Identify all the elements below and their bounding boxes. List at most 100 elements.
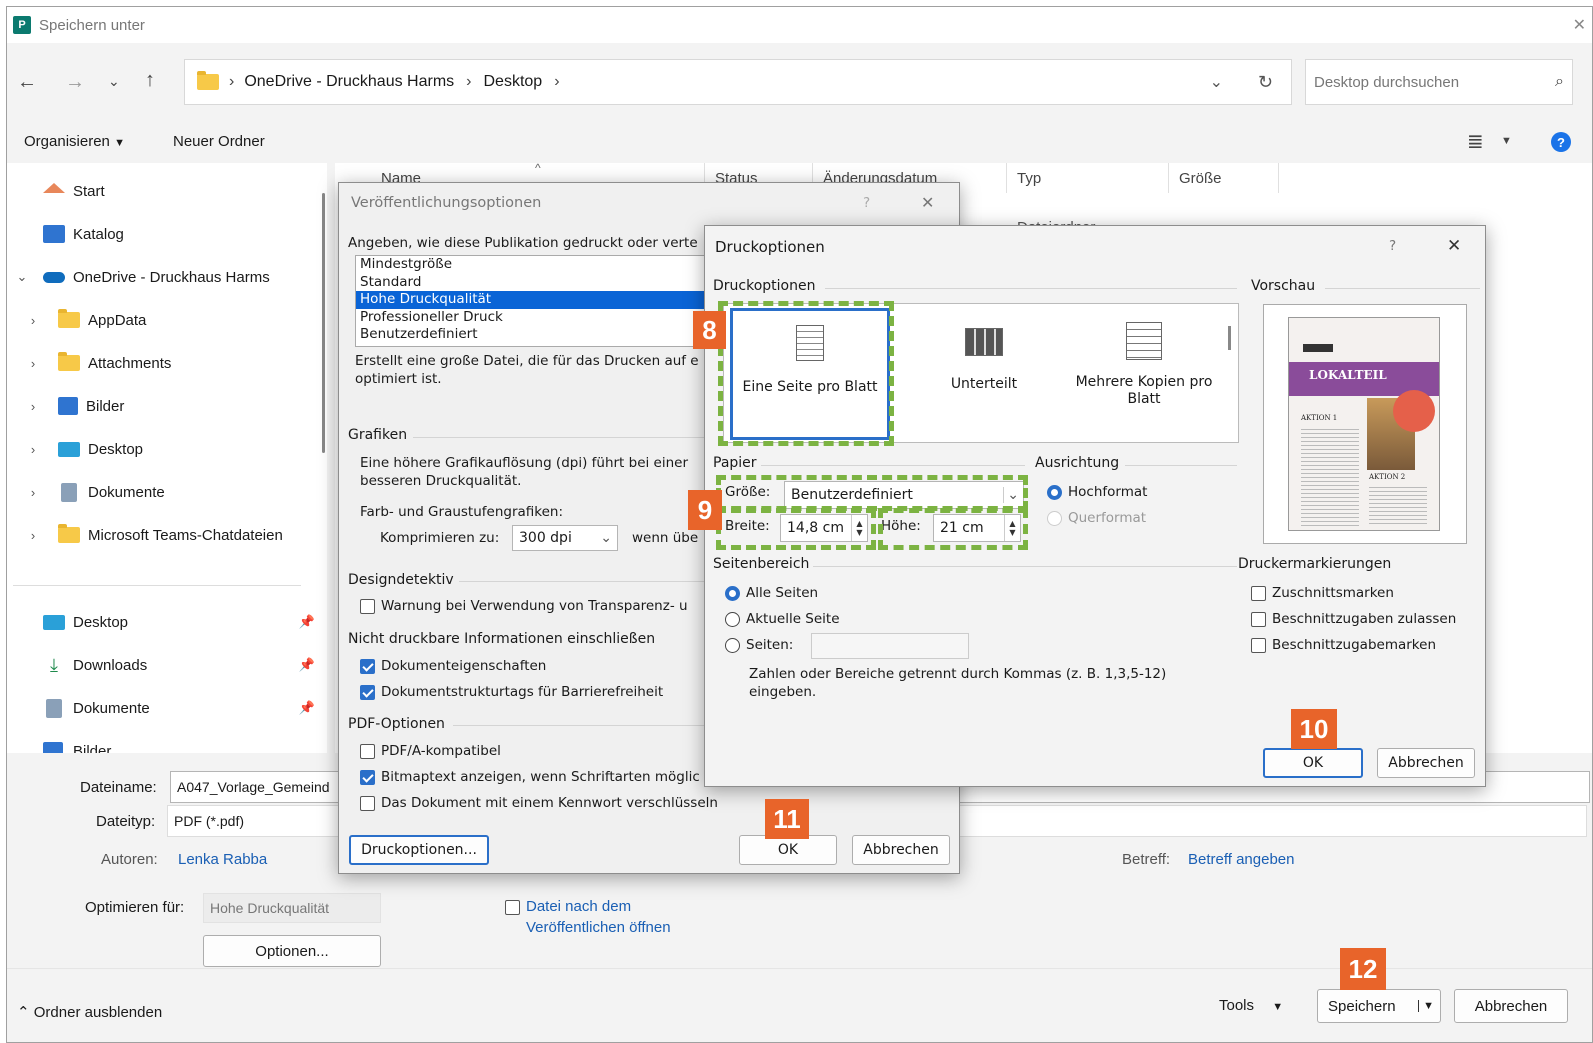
pin-icon[interactable]: 📌 xyxy=(299,700,315,716)
preview-heading: Vorschau xyxy=(1251,278,1316,294)
quality-option-selected[interactable]: Hohe Druckqualität xyxy=(356,291,734,309)
publish-cancel-button[interactable]: Abbrechen xyxy=(852,835,950,865)
publish-cancel-label: Abbrechen xyxy=(863,842,939,858)
subject-value[interactable]: Betreff angeben xyxy=(1188,851,1294,868)
close-icon[interactable]: ✕ xyxy=(1573,15,1586,35)
refresh-icon[interactable]: ↻ xyxy=(1258,72,1273,93)
nav-folder-dokumente[interactable]: › Dokumente xyxy=(22,478,165,506)
quick-downloads[interactable]: ⤓ Downloads 📌 xyxy=(43,651,315,679)
recent-chevron-icon[interactable]: ⌄ xyxy=(108,73,120,90)
print-cancel-label: Abbrechen xyxy=(1388,755,1464,771)
search-icon[interactable]: ⌕ xyxy=(1555,73,1564,91)
bleed-option[interactable]: Beschnittzugaben zulassen xyxy=(1251,611,1456,627)
address-dropdown-icon[interactable]: ⌄ xyxy=(1210,72,1223,92)
open-after-checkbox[interactable] xyxy=(505,899,526,917)
tools-menu[interactable]: Tools ▼ xyxy=(1219,997,1283,1014)
pin-icon[interactable]: 📌 xyxy=(299,657,315,673)
gallery-scrollbar[interactable] xyxy=(1228,326,1231,350)
close-icon[interactable]: ✕ xyxy=(1447,236,1461,256)
pin-icon[interactable]: 📌 xyxy=(299,614,315,630)
breadcrumb-desktop[interactable]: Desktop xyxy=(483,73,542,91)
crop-marks-option[interactable]: Zuschnittsmarken xyxy=(1251,585,1394,601)
pages-option[interactable]: Seiten: xyxy=(725,637,793,653)
options-button[interactable]: Optionen... xyxy=(203,935,381,967)
organize-button[interactable]: Organisieren ▼ xyxy=(24,133,125,150)
nav-scrollbar[interactable] xyxy=(322,193,325,453)
breadcrumb-onedrive[interactable]: OneDrive - Druckhaus Harms xyxy=(244,73,454,91)
current-page-option[interactable]: Aktuelle Seite xyxy=(725,611,840,627)
breadcrumb-separator-icon: › xyxy=(229,73,235,90)
help-icon[interactable]: ? xyxy=(1551,132,1571,152)
quality-option[interactable]: Benutzerdefiniert xyxy=(356,326,734,344)
nav-folder-bilder[interactable]: › Bilder xyxy=(22,392,124,420)
publish-ok-button[interactable]: OK xyxy=(739,835,837,865)
view-caret-icon[interactable]: ▼ xyxy=(1501,135,1512,147)
nav-start[interactable]: Start xyxy=(43,177,105,205)
nav-folder-appdata[interactable]: › AppData xyxy=(22,306,146,334)
quality-option[interactable]: Standard xyxy=(356,274,734,292)
quick-desktop[interactable]: Desktop 📌 xyxy=(43,608,315,636)
cancel-button[interactable]: Abbrechen xyxy=(1454,989,1568,1023)
checkbox-icon xyxy=(1251,611,1266,627)
nav-katalog-label: Katalog xyxy=(73,225,124,243)
encrypt-option[interactable]: Das Dokument mit einem Kennwort verschlü… xyxy=(360,795,718,811)
forward-arrow-icon[interactable]: → xyxy=(65,71,85,94)
chevron-right-icon[interactable]: › xyxy=(22,313,44,328)
quick-dokumente[interactable]: Dokumente 📌 xyxy=(43,694,315,722)
chevron-right-icon[interactable]: › xyxy=(22,399,44,414)
quick-bilder[interactable]: Bilder xyxy=(43,737,315,753)
open-after-label-2[interactable]: Veröffentlichen öffnen xyxy=(526,919,671,936)
new-folder-button[interactable]: Neuer Ordner xyxy=(173,133,265,150)
bleed-marks-option[interactable]: Beschnittzugabemarken xyxy=(1251,637,1436,653)
up-arrow-icon[interactable]: ↑ xyxy=(145,69,155,92)
view-menu-icon[interactable]: ≣ xyxy=(1467,129,1484,154)
chevron-right-icon[interactable]: › xyxy=(22,442,44,457)
transparency-warning-option[interactable]: Warnung bei Verwendung von Transparenz- … xyxy=(360,598,688,614)
radio-icon xyxy=(1047,510,1062,526)
nav-folder-desktop[interactable]: › Desktop xyxy=(22,435,143,463)
chevron-right-icon[interactable]: › xyxy=(22,485,44,500)
close-icon[interactable]: ✕ xyxy=(921,193,934,212)
print-options-button[interactable]: Druckoptionen... xyxy=(349,835,489,865)
column-type[interactable]: Typ xyxy=(1007,163,1169,193)
compress-select[interactable]: 300 dpi ⌄ xyxy=(512,525,618,551)
nav-folder-teams[interactable]: › Microsoft Teams-Chatdateien xyxy=(22,521,283,549)
quality-option[interactable]: Professioneller Druck xyxy=(356,309,734,327)
layout-multiple-copies[interactable]: Mehrere Kopien pro Blatt xyxy=(1064,308,1224,440)
portrait-option[interactable]: Hochformat xyxy=(1047,484,1147,500)
nav-katalog[interactable]: Katalog xyxy=(43,220,124,248)
print-ok-button[interactable]: OK xyxy=(1263,748,1363,778)
column-size[interactable]: Größe xyxy=(1169,163,1279,193)
chevron-down-icon[interactable]: ⌄ xyxy=(11,269,33,285)
quality-option[interactable]: Mindestgröße xyxy=(356,256,734,274)
all-pages-option[interactable]: Alle Seiten xyxy=(725,585,818,601)
navigation-pane: Start Katalog ⌄ OneDrive - Druckhaus Harm… xyxy=(7,163,327,753)
doctags-option[interactable]: Dokumentstrukturtags für Barrierefreihei… xyxy=(360,684,663,700)
open-after-label-1[interactable]: Datei nach dem xyxy=(526,898,631,915)
authors-value[interactable]: Lenka Rabba xyxy=(178,851,267,868)
desktop-icon xyxy=(58,441,80,457)
save-button[interactable]: Speichern ▼ xyxy=(1317,989,1441,1023)
docprops-option[interactable]: Dokumenteigenschaften xyxy=(360,658,546,674)
search-box[interactable]: Desktop durchsuchen ⌕ xyxy=(1305,59,1573,105)
quality-listbox[interactable]: Mindestgröße Standard Hohe Druckqualität… xyxy=(355,255,735,347)
back-arrow-icon[interactable]: ← xyxy=(17,71,37,94)
bitmap-option[interactable]: Bitmaptext anzeigen, wenn Schriftarten m… xyxy=(360,769,700,785)
chevron-right-icon[interactable]: › xyxy=(22,356,44,371)
nav-folder-attachments[interactable]: › Attachments xyxy=(22,349,171,377)
pages-input[interactable] xyxy=(811,633,969,659)
help-icon[interactable]: ? xyxy=(863,195,870,211)
search-input[interactable]: Desktop durchsuchen xyxy=(1314,74,1459,91)
print-cancel-button[interactable]: Abbrechen xyxy=(1377,748,1475,778)
chevron-right-icon[interactable]: › xyxy=(22,528,44,543)
address-bar[interactable]: › OneDrive - Druckhaus Harms › Desktop ›… xyxy=(184,59,1292,105)
layout-tiled[interactable]: Unterteilt xyxy=(904,308,1064,440)
save-split-caret-icon[interactable]: ▼ xyxy=(1418,1000,1434,1012)
pdfa-option[interactable]: PDF/A-kompatibel xyxy=(360,743,501,759)
step-badge-12: 12 xyxy=(1340,948,1386,990)
landscape-option[interactable]: Querformat xyxy=(1047,510,1146,526)
hide-folders-toggle[interactable]: ⌃ Ordner ausblenden xyxy=(17,1003,162,1021)
preview-action-2: AKTION 2 xyxy=(1369,473,1406,481)
help-icon[interactable]: ? xyxy=(1389,238,1396,254)
nav-onedrive[interactable]: ⌄ OneDrive - Druckhaus Harms xyxy=(11,263,270,291)
